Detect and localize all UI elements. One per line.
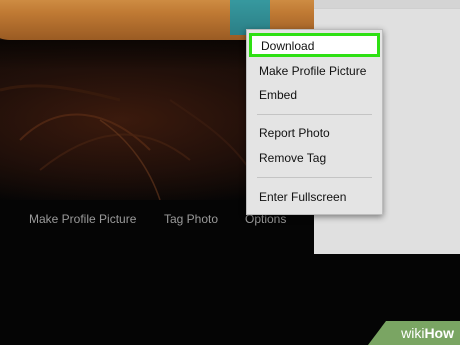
wikihow-logo: wikiHow xyxy=(401,325,454,341)
menu-separator xyxy=(257,177,372,178)
side-panel-header xyxy=(314,0,460,9)
menu-item-download[interactable]: Download xyxy=(249,33,380,57)
tag-photo-link[interactable]: Tag Photo xyxy=(164,212,218,226)
menu-separator xyxy=(257,114,372,115)
wikihow-logo-wiki: wiki xyxy=(401,325,425,341)
menu-item-enter-fullscreen[interactable]: Enter Fullscreen xyxy=(247,186,382,208)
make-profile-picture-link[interactable]: Make Profile Picture xyxy=(29,212,136,226)
menu-item-remove-tag[interactable]: Remove Tag xyxy=(247,147,382,169)
menu-item-report-photo[interactable]: Report Photo xyxy=(247,122,382,144)
options-context-menu: Download Make Profile Picture Embed Repo… xyxy=(246,29,383,215)
wikihow-logo-how: How xyxy=(424,325,454,341)
photo-action-bar: Make Profile Picture Tag Photo Options xyxy=(0,212,300,232)
menu-item-make-profile-picture[interactable]: Make Profile Picture xyxy=(247,60,382,82)
menu-item-embed[interactable]: Embed xyxy=(247,84,382,106)
